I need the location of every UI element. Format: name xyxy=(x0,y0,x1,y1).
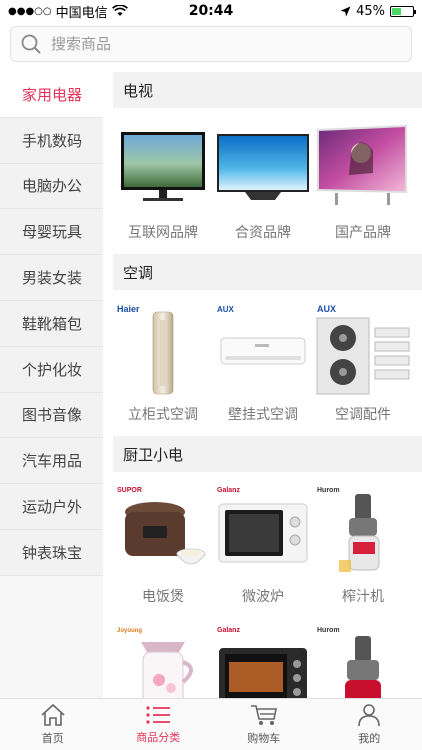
search-icon xyxy=(21,34,41,54)
svg-text:AUX: AUX xyxy=(217,305,235,314)
battery-icon xyxy=(390,5,416,17)
sidebar-item-shoes-bags[interactable]: 鞋靴箱包 xyxy=(0,300,103,347)
svg-text:AUX: AUX xyxy=(317,304,336,314)
product-label: 壁挂式空调 xyxy=(228,407,298,423)
tv-image xyxy=(115,118,211,214)
ac-image: AUX xyxy=(315,300,411,396)
signal-strength: ●●●○○ xyxy=(8,5,52,17)
carrier-name: 中国电信 xyxy=(55,5,108,21)
cart-icon xyxy=(250,705,277,725)
ac-image: AUX xyxy=(215,300,311,396)
product-tile[interactable]: 国产品牌 xyxy=(313,114,413,254)
sidebar-item-phones[interactable]: 手机数码 xyxy=(0,117,103,164)
sidebar-item-label: 鞋靴箱包 xyxy=(22,314,83,333)
product-tile[interactable]: Hurom xyxy=(313,618,413,698)
category-content: 电视 互联网品牌 合资品牌 国产品牌 空调 Haier 立柜式空调 AUX 壁挂… xyxy=(113,72,422,698)
tab-home[interactable]: 首页 xyxy=(0,699,106,750)
kitchen-grid: SUPOR 电饭煲 Galanz 微波炉 Hurom 榨汁机 Joyoung G… xyxy=(113,472,422,698)
search-bar xyxy=(0,22,422,68)
product-label: 互联网品牌 xyxy=(128,225,198,241)
rice-cooker-image: SUPOR xyxy=(115,482,211,578)
tab-cart[interactable]: 购物车 xyxy=(211,699,317,750)
status-bar: ●●●○○ 中国电信 20:44 45% xyxy=(0,0,422,22)
microwave-image: Galanz xyxy=(215,482,311,578)
sidebar-item-label: 个护化妆 xyxy=(22,360,83,379)
sidebar-item-label: 电脑办公 xyxy=(22,177,83,196)
section-title-air-conditioner: 空调 xyxy=(113,254,422,290)
home-icon xyxy=(41,703,65,726)
list-icon xyxy=(146,706,171,724)
section-title-tv: 电视 xyxy=(113,72,422,108)
search-input[interactable] xyxy=(51,35,351,53)
product-tile[interactable]: AUX 壁挂式空调 xyxy=(213,296,313,436)
sidebar-item-books-media[interactable]: 图书音像 xyxy=(0,392,103,439)
tv-grid: 互联网品牌 合资品牌 国产品牌 xyxy=(113,108,422,254)
sidebar-item-label: 运动户外 xyxy=(22,498,83,517)
tab-label: 首页 xyxy=(41,732,64,745)
sidebar-item-watches[interactable]: 钟表珠宝 xyxy=(0,529,103,576)
product-tile[interactable]: Joyoung xyxy=(113,618,213,698)
product-tile[interactable]: 互联网品牌 xyxy=(113,114,213,254)
sidebar-item-label: 图书音像 xyxy=(22,406,83,425)
bottom-tab-bar: 首页 商品分类 购物车 我的 xyxy=(0,698,422,750)
svg-text:Hurom: Hurom xyxy=(317,487,340,494)
product-label: 微波炉 xyxy=(242,589,284,605)
location-arrow-icon xyxy=(340,6,351,16)
category-sidebar: 家用电器 手机数码 电脑办公 母婴玩具 男装女装 鞋靴箱包 个护化妆 图书音像 … xyxy=(0,72,103,698)
sidebar-item-auto[interactable]: 汽车用品 xyxy=(0,438,103,485)
sidebar-item-label: 钟表珠宝 xyxy=(22,543,83,562)
sidebar-item-label: 手机数码 xyxy=(22,131,83,150)
sidebar-item-baby-toys[interactable]: 母婴玩具 xyxy=(0,209,103,256)
svg-text:Joyoung: Joyoung xyxy=(117,628,142,634)
tab-profile[interactable]: 我的 xyxy=(317,699,422,750)
product-label: 国产品牌 xyxy=(335,225,391,241)
product-label: 合资品牌 xyxy=(235,225,291,241)
soymilk-maker-image: Joyoung xyxy=(115,622,211,698)
product-label: 空调配件 xyxy=(335,407,391,423)
svg-text:SUPOR: SUPOR xyxy=(117,487,142,494)
wifi-icon xyxy=(111,5,128,16)
battery-percent: 45% xyxy=(356,3,385,19)
product-tile[interactable]: Galanz 微波炉 xyxy=(213,478,313,618)
ac-image: Haier xyxy=(115,300,211,396)
sidebar-item-label: 男装女装 xyxy=(22,269,83,288)
sidebar-item-clothing[interactable]: 男装女装 xyxy=(0,255,103,301)
svg-text:Hurom: Hurom xyxy=(317,627,340,634)
sidebar-item-computers[interactable]: 电脑办公 xyxy=(0,163,103,210)
user-icon xyxy=(358,704,381,727)
oven-image: Galanz xyxy=(215,622,311,698)
svg-text:Galanz: Galanz xyxy=(217,627,240,634)
product-tile[interactable]: Haier 立柜式空调 xyxy=(113,296,213,436)
tv-image xyxy=(215,118,311,214)
product-tile[interactable]: SUPOR 电饭煲 xyxy=(113,478,213,618)
sidebar-item-label: 家用电器 xyxy=(22,85,83,104)
product-label: 电饭煲 xyxy=(142,589,184,605)
product-tile[interactable]: Hurom 榨汁机 xyxy=(313,478,413,618)
product-tile[interactable]: Galanz xyxy=(213,618,313,698)
sidebar-item-outdoor[interactable]: 运动户外 xyxy=(0,484,103,530)
tv-image xyxy=(315,118,411,214)
ac-grid: Haier 立柜式空调 AUX 壁挂式空调 AUX 空调配件 xyxy=(113,290,422,436)
tab-categories[interactable]: 商品分类 xyxy=(106,699,212,750)
tab-label: 我的 xyxy=(358,732,381,745)
tab-label: 商品分类 xyxy=(136,731,181,744)
juicer-image: Hurom xyxy=(315,482,411,578)
product-tile[interactable]: AUX 空调配件 xyxy=(313,296,413,436)
product-tile[interactable]: 合资品牌 xyxy=(213,114,313,254)
search-box[interactable] xyxy=(10,26,412,62)
slow-juicer-image: Hurom xyxy=(315,622,411,698)
sidebar-item-home-appliances[interactable]: 家用电器 xyxy=(0,72,103,118)
section-title-kitchen: 厨卫小电 xyxy=(113,436,422,472)
product-label: 立柜式空调 xyxy=(128,407,198,423)
sidebar-item-label: 汽车用品 xyxy=(22,452,83,471)
sidebar-item-label: 母婴玩具 xyxy=(22,223,83,242)
product-label: 榨汁机 xyxy=(342,589,384,605)
svg-text:Haier: Haier xyxy=(117,304,140,314)
tab-label: 购物车 xyxy=(247,732,281,745)
clock: 20:44 xyxy=(188,3,234,19)
svg-text:Galanz: Galanz xyxy=(217,487,240,494)
sidebar-item-cosmetics[interactable]: 个护化妆 xyxy=(0,346,103,393)
